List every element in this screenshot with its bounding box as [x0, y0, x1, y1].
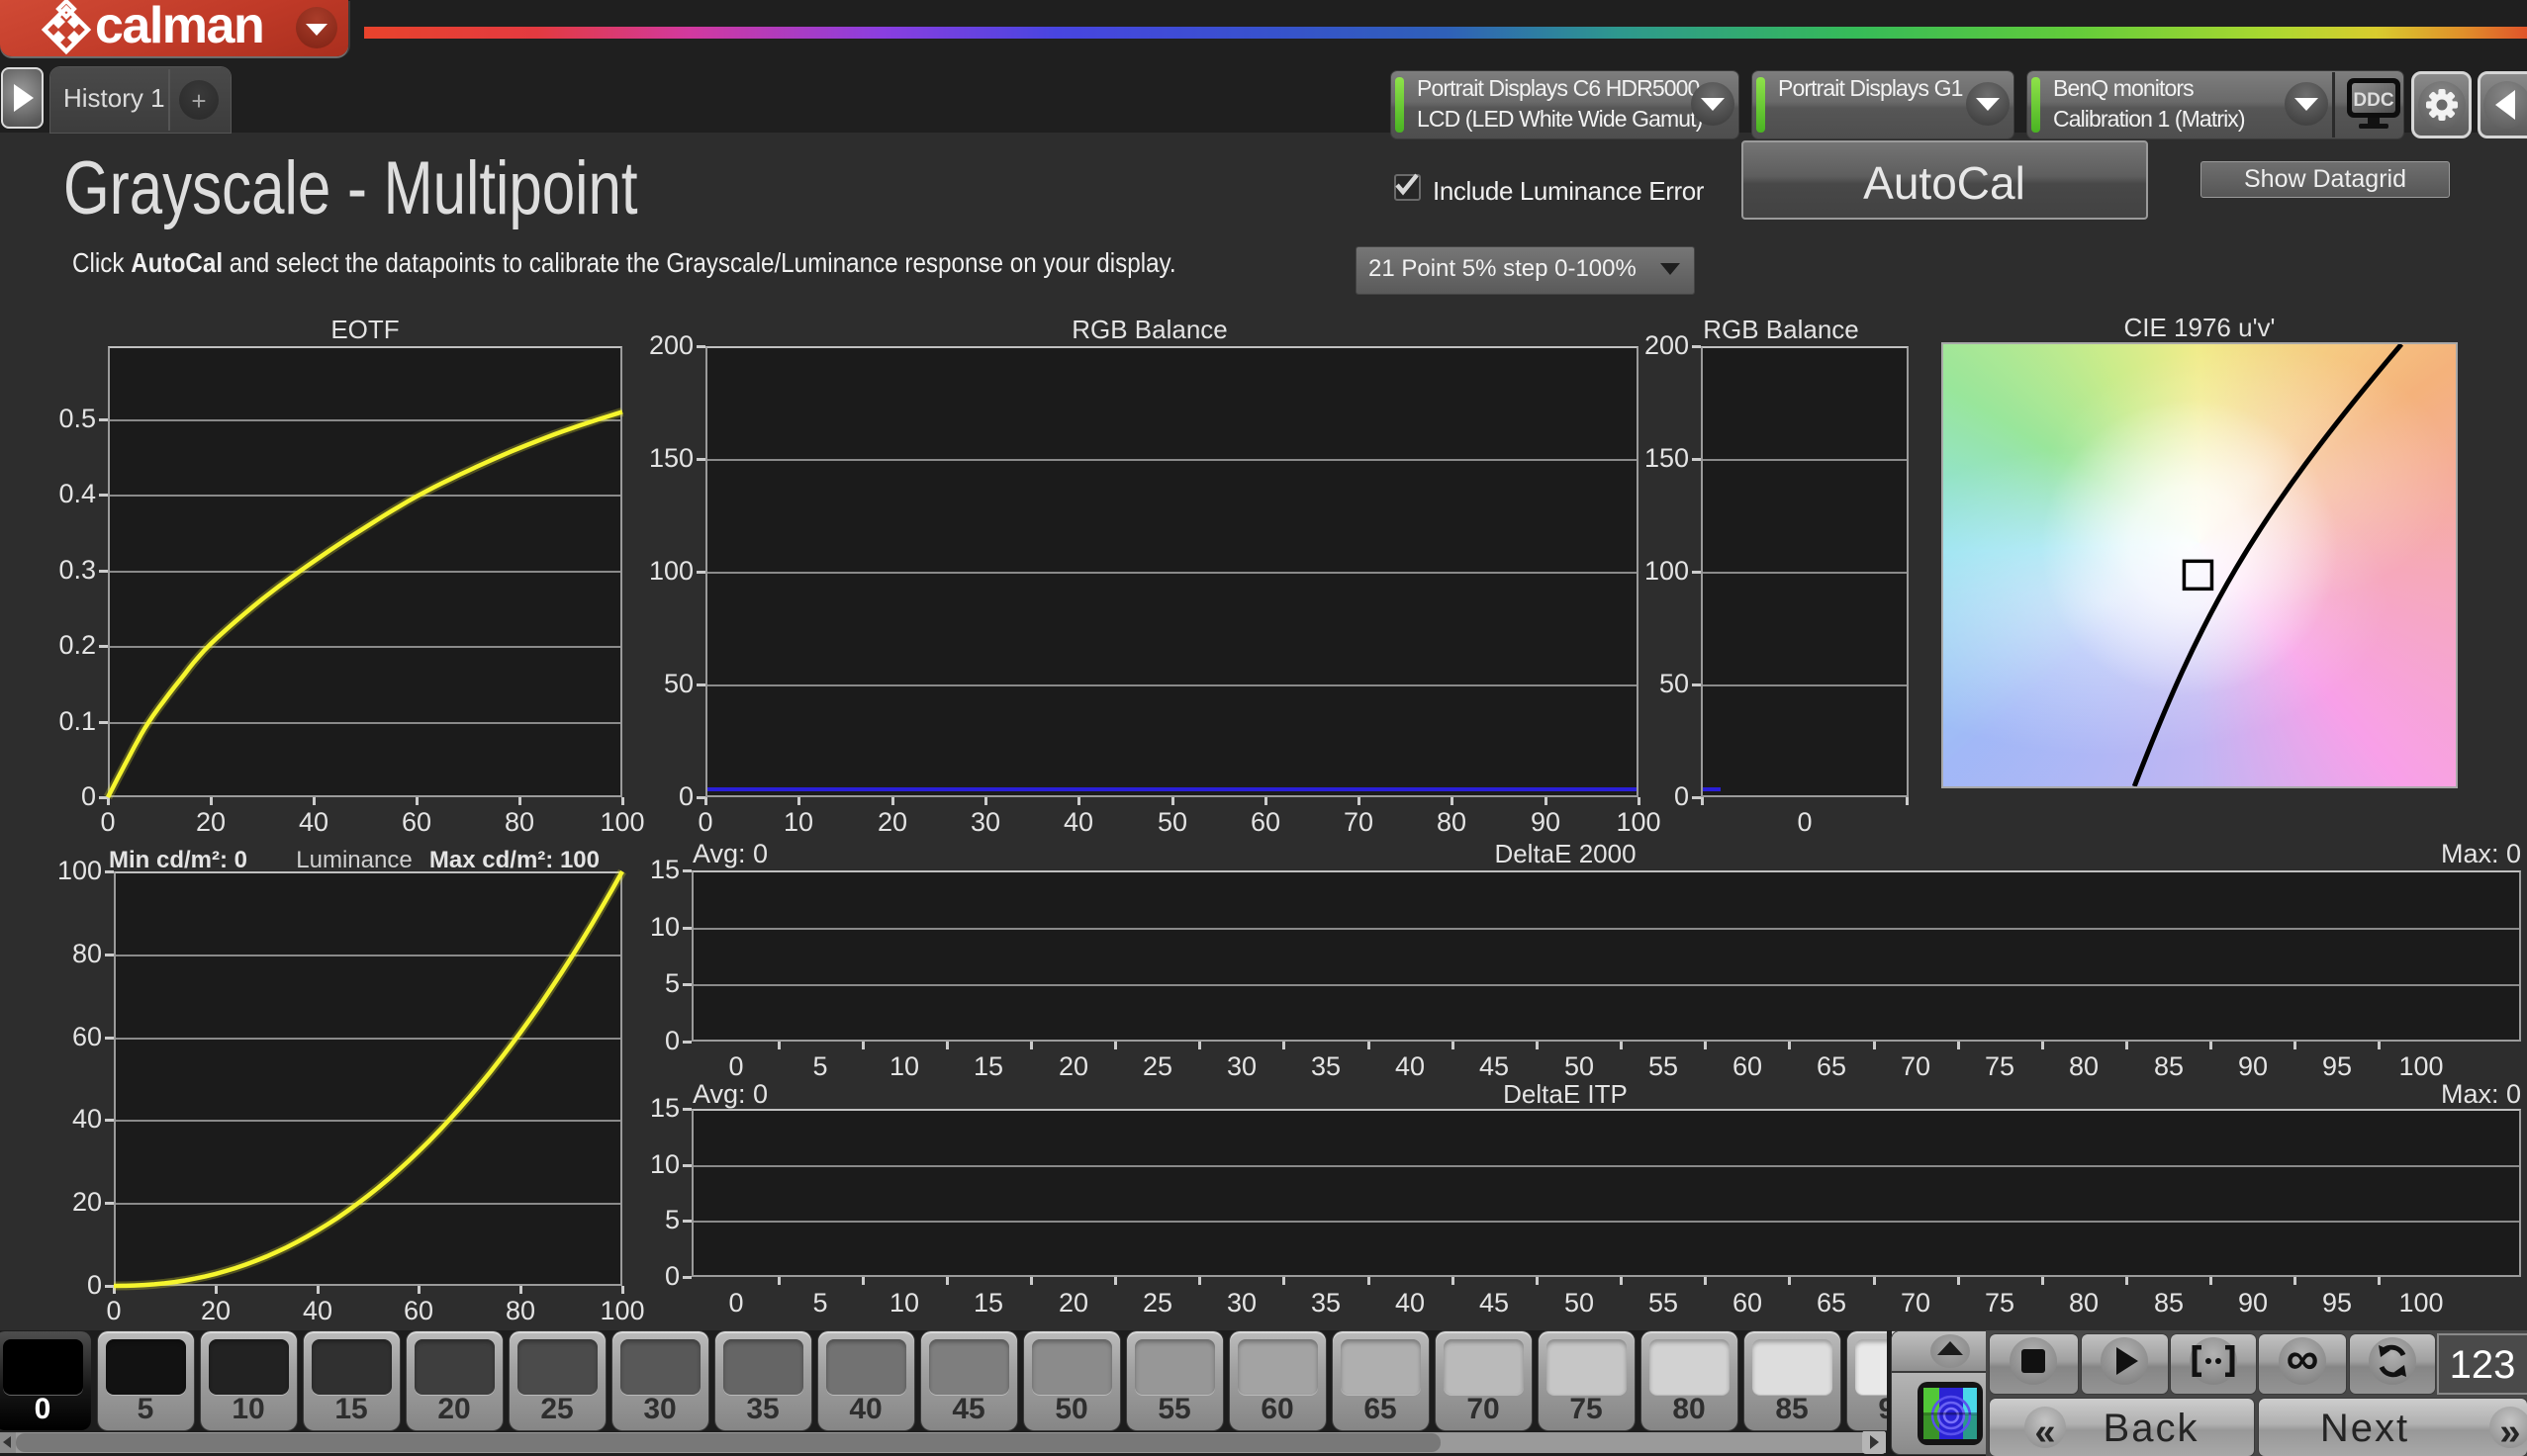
svg-text:DDC: DDC: [2353, 90, 2393, 111]
